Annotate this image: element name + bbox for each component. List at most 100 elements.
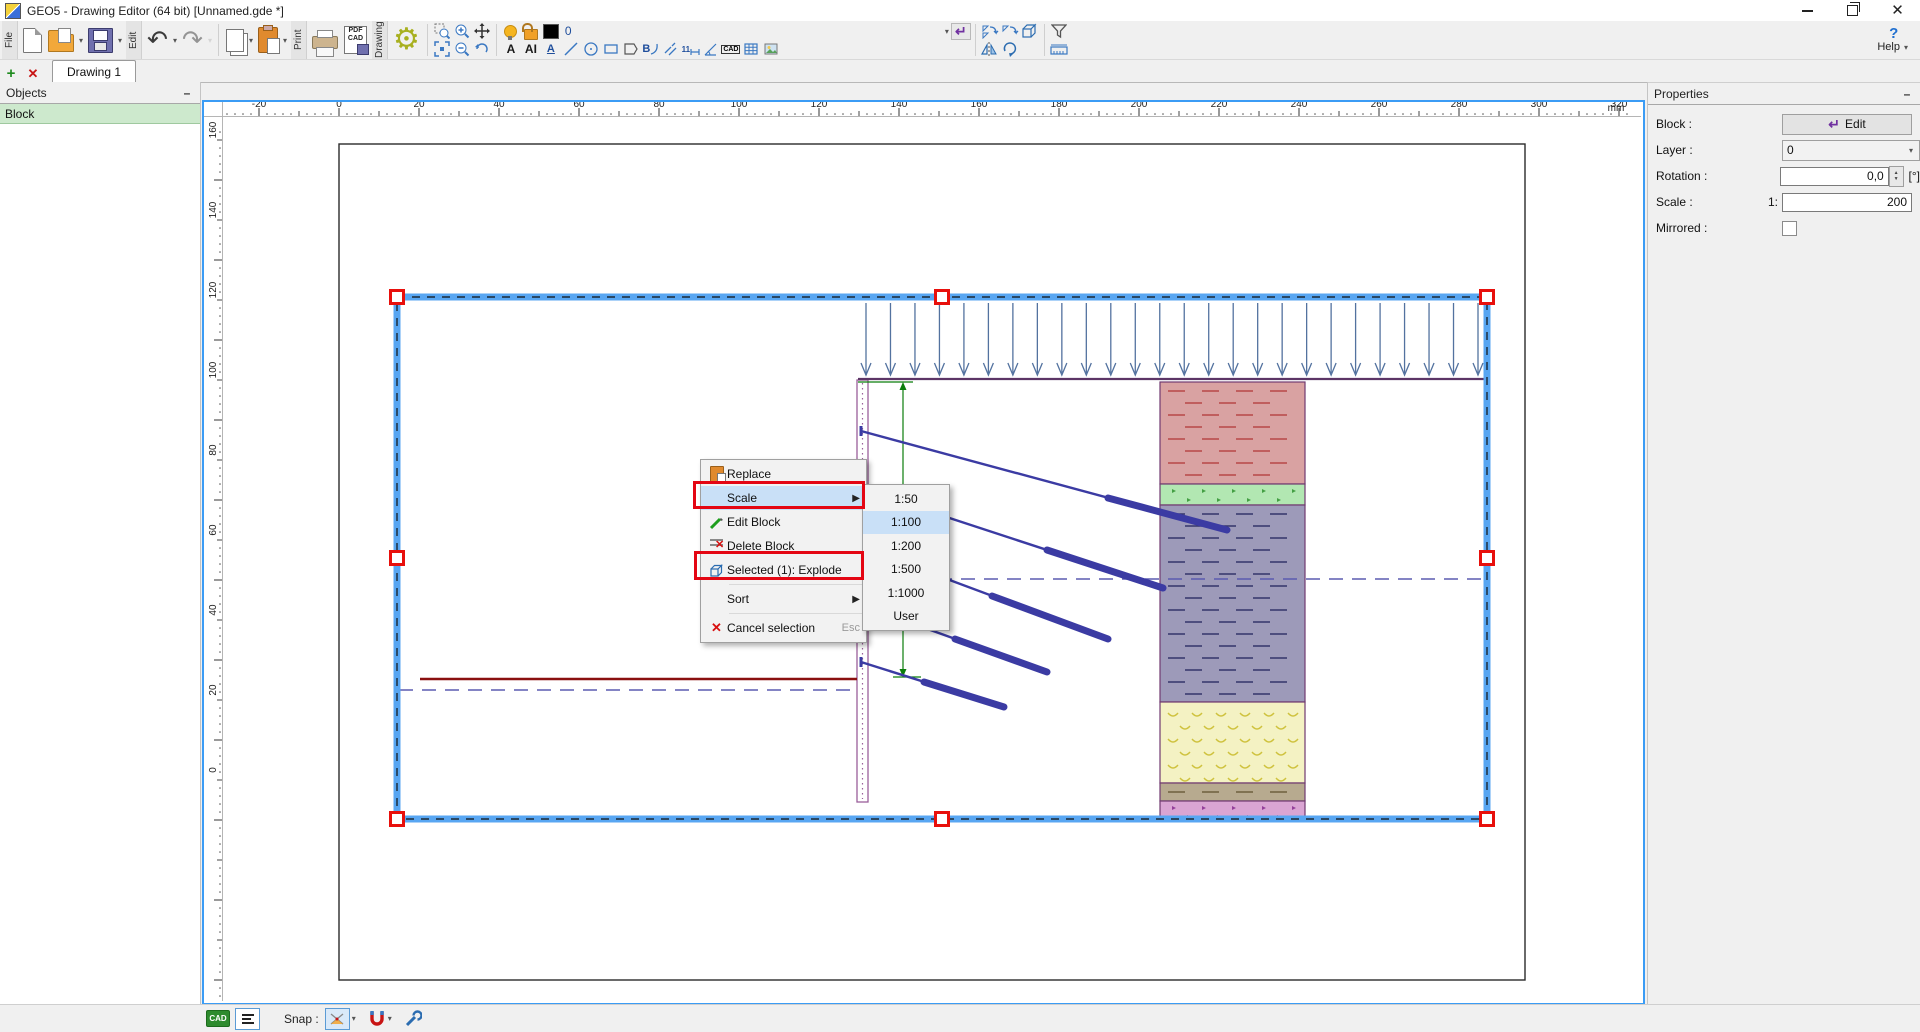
- properties-collapse-button[interactable]: –: [1900, 87, 1914, 101]
- save-button[interactable]: [85, 21, 116, 59]
- visibility-button[interactable]: [501, 23, 521, 40]
- undo-dropdown[interactable]: ▾: [171, 36, 179, 45]
- text-edit-tool-button[interactable]: AI: [521, 41, 541, 58]
- selection-handle[interactable]: [1481, 552, 1494, 565]
- close-drawing-button[interactable]: ✕: [22, 66, 44, 82]
- measure-angle-button[interactable]: [701, 41, 721, 58]
- open-file-button[interactable]: [45, 21, 77, 59]
- submenu-item-1-1000[interactable]: 1:1000: [863, 581, 949, 605]
- pan-button[interactable]: [472, 23, 492, 40]
- menu-item-cancel-selection[interactable]: ✕ Cancel selection Esc: [701, 616, 866, 640]
- mirror-button[interactable]: [980, 41, 1000, 58]
- add-drawing-button[interactable]: +: [0, 65, 22, 82]
- layer-select[interactable]: 0 ▾: [1782, 140, 1920, 161]
- previous-view-button[interactable]: [472, 41, 492, 58]
- text-tool-button[interactable]: A: [501, 41, 521, 58]
- pdf-cad-export-button[interactable]: PDFCAD: [341, 21, 370, 59]
- apply-properties-button[interactable]: [1000, 23, 1020, 40]
- text-style-button[interactable]: A: [541, 41, 561, 58]
- rectangle-icon: [603, 41, 619, 57]
- submenu-item-1-50[interactable]: 1:50: [863, 487, 949, 511]
- undo-button[interactable]: ↶: [144, 21, 171, 59]
- svg-text:140: 140: [891, 102, 908, 110]
- menu-item-scale[interactable]: Scale ▶: [701, 486, 866, 510]
- dimension-tool-button[interactable]: 11: [681, 41, 701, 58]
- pen-color-button[interactable]: [541, 23, 561, 40]
- tab-drawing-1[interactable]: Drawing 1: [52, 60, 136, 82]
- cad-mode-button[interactable]: CAD: [206, 1010, 230, 1027]
- menu-item-sort[interactable]: Sort ▶: [701, 587, 866, 611]
- line-tool-button[interactable]: [561, 41, 581, 58]
- submenu-item-1-500[interactable]: 1:500: [863, 558, 949, 582]
- svg-text:60: 60: [573, 102, 585, 110]
- help-dropdown[interactable]: ▾: [1902, 43, 1910, 52]
- lock-button[interactable]: [521, 23, 541, 40]
- zoom-in-button[interactable]: [452, 23, 472, 40]
- rotation-spinner[interactable]: ▲▼: [1889, 166, 1904, 187]
- pen-style-dropdown[interactable]: ▾: [943, 27, 951, 36]
- mirrored-checkbox[interactable]: [1782, 221, 1797, 236]
- save-dropdown[interactable]: ▾: [116, 36, 124, 45]
- snap-dropdown[interactable]: ▾: [350, 1014, 358, 1023]
- close-button[interactable]: ✕: [1875, 0, 1920, 21]
- selection-handle[interactable]: [936, 291, 949, 304]
- paste-button[interactable]: [255, 21, 281, 59]
- zoom-out-button[interactable]: [452, 41, 472, 58]
- objects-list-item-block[interactable]: Block: [0, 104, 200, 124]
- filter-button[interactable]: [1049, 23, 1069, 40]
- open-dropdown[interactable]: ▾: [77, 36, 85, 45]
- image-tool-button[interactable]: [761, 41, 781, 58]
- zoom-window-button[interactable]: [432, 23, 452, 40]
- help-button[interactable]: ? Help▾: [1877, 21, 1910, 59]
- menu-item-explode[interactable]: Selected (1): Explode: [701, 558, 866, 582]
- copy-button[interactable]: [223, 21, 247, 59]
- selection-handle[interactable]: [391, 552, 404, 565]
- rotation-input[interactable]: 0,0: [1780, 167, 1889, 186]
- magnet-dropdown[interactable]: ▾: [386, 1014, 394, 1023]
- submenu-item-user[interactable]: User: [863, 605, 949, 629]
- table-tool-button[interactable]: [741, 41, 761, 58]
- measure-button[interactable]: [1049, 41, 1069, 58]
- restore-button[interactable]: [1830, 0, 1875, 21]
- rectangle-tool-button[interactable]: [601, 41, 621, 58]
- objects-collapse-button[interactable]: –: [180, 86, 194, 100]
- minimize-button[interactable]: [1785, 0, 1830, 21]
- polygon-tool-button[interactable]: [621, 41, 641, 58]
- redo-button[interactable]: ↷: [179, 21, 206, 59]
- insert-block-button[interactable]: ↵: [951, 23, 971, 40]
- copy-properties-button[interactable]: [980, 23, 1000, 40]
- circle-tool-button[interactable]: [581, 41, 601, 58]
- settings-button[interactable]: ⚙: [390, 21, 423, 59]
- block-edit-button[interactable]: ↵ Edit: [1782, 114, 1912, 135]
- magnet-icon[interactable]: [368, 1010, 386, 1028]
- menu-item-replace[interactable]: Replace: [701, 462, 866, 486]
- selection-handle[interactable]: [391, 813, 404, 826]
- spline-tool-button[interactable]: B: [641, 41, 661, 58]
- print-button[interactable]: [309, 21, 341, 59]
- snap-mode-button[interactable]: [325, 1008, 350, 1030]
- menu-item-edit-block[interactable]: Edit Block: [701, 510, 866, 534]
- svg-text:240: 240: [1291, 102, 1308, 110]
- submenu-arrow-icon: ▶: [852, 493, 860, 504]
- layers-list-button[interactable]: [235, 1008, 260, 1030]
- scale-input[interactable]: 200: [1782, 193, 1912, 212]
- explode-block-button[interactable]: [1020, 23, 1040, 40]
- cad-import-button[interactable]: CAD: [721, 41, 741, 58]
- submenu-item-1-100[interactable]: 1:100: [863, 511, 949, 535]
- rotate-button[interactable]: [1000, 41, 1020, 58]
- selection-handle[interactable]: [1481, 291, 1494, 304]
- selection-handle[interactable]: [391, 291, 404, 304]
- soil-column[interactable]: [1160, 382, 1305, 820]
- submenu-item-1-200[interactable]: 1:200: [863, 534, 949, 558]
- hatch-tool-button[interactable]: [661, 41, 681, 58]
- menu-item-delete-block[interactable]: ✕ Delete Block: [701, 534, 866, 558]
- selection-handle[interactable]: [1481, 813, 1494, 826]
- new-document-icon: [23, 28, 42, 53]
- selection-handle[interactable]: [936, 813, 949, 826]
- zoom-extents-button[interactable]: [432, 41, 452, 58]
- layer-dropdown-icon: ▾: [1907, 146, 1915, 155]
- copy-dropdown[interactable]: ▾: [247, 36, 255, 45]
- paste-dropdown[interactable]: ▾: [281, 36, 289, 45]
- new-drawing-button[interactable]: [20, 21, 45, 59]
- wrench-icon[interactable]: [404, 1010, 422, 1028]
